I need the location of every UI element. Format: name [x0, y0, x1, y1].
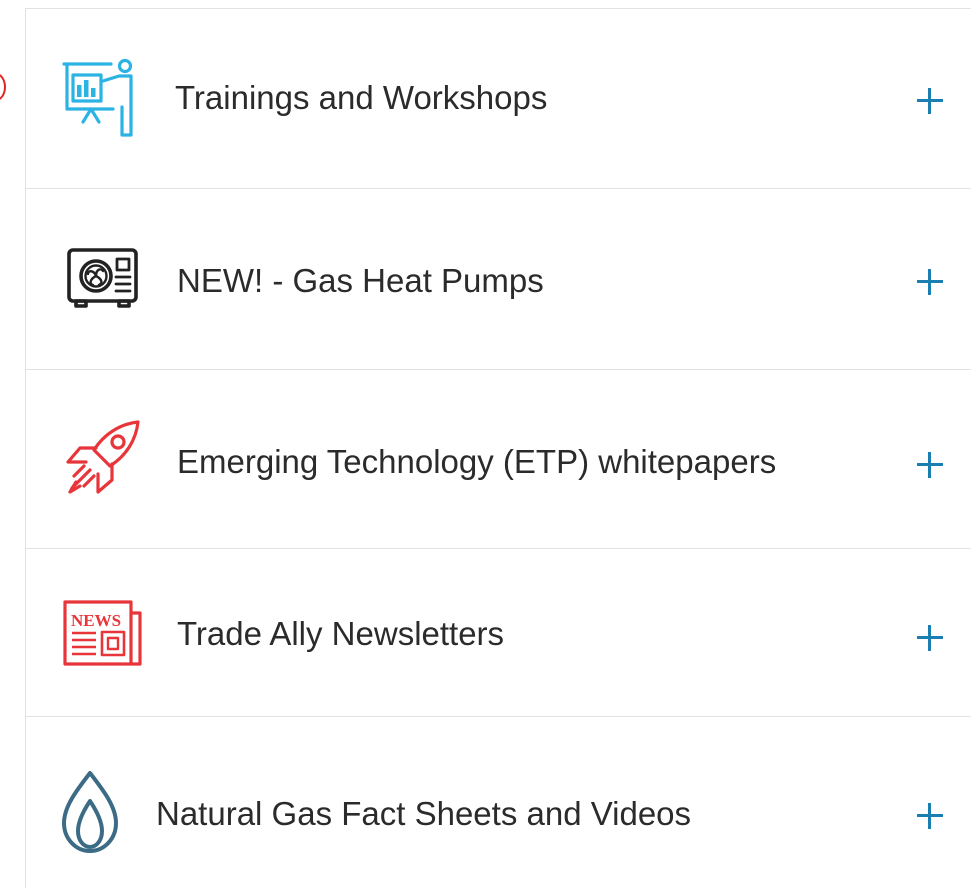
resource-accordion-page: Trainings and Workshops NEW! - Gas Heat …: [0, 0, 971, 888]
accordion-item-emerging-technology-whitepapers[interactable]: Emerging Technology (ETP) whitepapers: [26, 370, 971, 549]
accordion-item-label: Natural Gas Fact Sheets and Videos: [156, 795, 692, 832]
rocket-icon: [66, 420, 140, 494]
cropped-red-circle-marker: [0, 73, 6, 101]
accordion-item-natural-gas-fact-sheets[interactable]: Natural Gas Fact Sheets and Videos: [26, 717, 971, 888]
resource-accordion: Trainings and Workshops NEW! - Gas Heat …: [25, 8, 971, 888]
plus-icon[interactable]: [915, 623, 945, 653]
newspaper-icon-text: NEWS: [71, 611, 121, 630]
heat-pump-unit-icon: [67, 248, 138, 308]
gas-flame-icon: [62, 771, 118, 853]
plus-icon[interactable]: [915, 450, 945, 480]
accordion-item-label: Emerging Technology (ETP) whitepapers: [177, 443, 777, 480]
presentation-board-icon: [62, 58, 133, 137]
accordion-item-label: NEW! - Gas Heat Pumps: [177, 262, 544, 299]
accordion-item-label: Trainings and Workshops: [175, 79, 548, 116]
accordion-item-trade-ally-newsletters[interactable]: NEWS Trade Ally Newsletters: [26, 549, 971, 717]
plus-icon[interactable]: [915, 267, 945, 297]
plus-icon[interactable]: [915, 801, 945, 831]
accordion-item-label: Trade Ally Newsletters: [177, 615, 505, 652]
accordion-item-gas-heat-pumps[interactable]: NEW! - Gas Heat Pumps: [26, 189, 971, 370]
plus-icon[interactable]: [915, 86, 945, 116]
newspaper-icon: NEWS: [63, 600, 142, 666]
accordion-item-trainings-and-workshops[interactable]: Trainings and Workshops: [26, 9, 971, 189]
